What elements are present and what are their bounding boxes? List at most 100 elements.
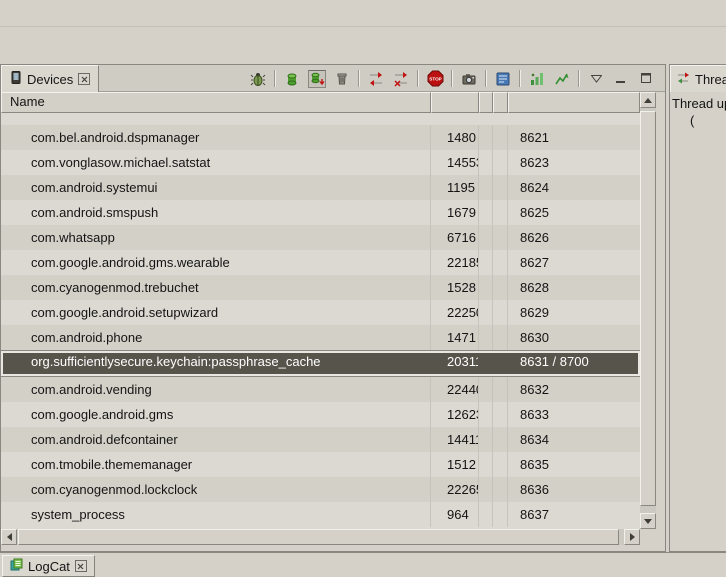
toolbar-separator <box>578 70 580 87</box>
process-debug-cell <box>493 250 508 275</box>
dump-hprof-icon[interactable] <box>308 70 326 88</box>
threads-icon <box>677 72 690 87</box>
menu-item[interactable] <box>24 10 44 16</box>
process-name: com.tmobile.thememanager <box>1 452 431 477</box>
process-debug-cell <box>479 477 493 502</box>
process-debug-cell <box>493 150 508 175</box>
process-row[interactable]: com.cyanogenmod.trebuchet 1528 8628 <box>1 275 640 300</box>
close-icon[interactable] <box>75 560 87 572</box>
process-debug-cell <box>479 351 493 376</box>
tab-logcat[interactable]: LogCat <box>2 555 95 577</box>
horizontal-scroll-thumb[interactable] <box>18 529 619 545</box>
process-row[interactable]: com.bel.android.dspmanager 1480 8621 <box>1 125 640 150</box>
ddms-window: Devices <box>0 0 726 577</box>
process-pid: 12623 <box>431 402 479 427</box>
process-row[interactable]: com.google.android.setupwizard 22250 862… <box>1 300 640 325</box>
process-name: com.android.phone <box>1 325 431 350</box>
devices-panel: Devices <box>0 64 666 552</box>
debug-process-icon[interactable] <box>249 70 267 88</box>
process-pid: 964 <box>431 502 479 527</box>
process-row[interactable]: com.google.android.gms 12623 8633 <box>1 402 640 427</box>
process-debug-cell <box>493 200 508 225</box>
process-row[interactable]: com.whatsapp 6716 8626 <box>1 225 640 250</box>
scroll-right-button[interactable] <box>624 529 640 545</box>
vertical-scroll-thumb[interactable] <box>640 111 656 506</box>
view-menu-icon[interactable] <box>587 70 605 88</box>
sysinfo-graph-icon[interactable] <box>553 70 571 88</box>
tab-threads-label: Threads <box>695 72 726 87</box>
column-header-debug1[interactable] <box>479 92 493 113</box>
process-debug-cell <box>479 300 493 325</box>
cause-gc-icon[interactable] <box>333 70 351 88</box>
process-debug-cell <box>493 452 508 477</box>
threads-message-line2: ( <box>690 113 694 128</box>
process-row[interactable]: com.android.systemui 1195 8624 <box>1 175 640 200</box>
devices-toolbar: STOP <box>249 68 655 89</box>
process-debug-cell <box>479 200 493 225</box>
maximize-icon[interactable] <box>637 70 655 88</box>
stop-method-profiling-icon[interactable] <box>392 70 410 88</box>
screen-capture-icon[interactable] <box>460 70 478 88</box>
tab-threads[interactable]: Threads <box>670 65 726 92</box>
scroll-up-button[interactable] <box>640 92 656 108</box>
process-name: com.vonglasow.michael.satstat <box>1 150 431 175</box>
column-header-port[interactable] <box>508 92 640 113</box>
process-row[interactable]: org.sufficientlysecure.keychain:passphra… <box>1 350 640 377</box>
bottom-view-bar: LogCat <box>0 552 726 577</box>
process-port: 8621 <box>508 125 640 150</box>
column-header-pid[interactable] <box>431 92 479 113</box>
process-pid: 1480 <box>431 125 479 150</box>
process-name: com.whatsapp <box>1 225 431 250</box>
vertical-scrollbar[interactable] <box>640 92 656 529</box>
menu-item[interactable] <box>44 10 64 16</box>
menu-item[interactable] <box>4 10 24 16</box>
process-pid: 1512 <box>431 452 479 477</box>
stop-process-icon[interactable]: STOP <box>426 70 444 88</box>
scroll-left-button[interactable] <box>1 529 17 545</box>
scroll-down-button[interactable] <box>640 513 656 529</box>
process-row[interactable]: com.android.vending 22440 8632 <box>1 377 640 402</box>
process-row[interactable]: system_process 964 8637 <box>1 502 640 527</box>
process-port: 8629 <box>508 300 640 325</box>
menu-bar <box>0 0 726 27</box>
process-pid: 1471 <box>431 325 479 350</box>
process-row[interactable]: com.tmobile.thememanager 1512 8635 <box>1 452 640 477</box>
scrollbar-corner <box>640 529 656 545</box>
threads-panel: Threads Thread up ( <box>669 64 726 552</box>
process-name: org.sufficientlysecure.keychain:passphra… <box>1 351 431 376</box>
process-port: 8633 <box>508 402 640 427</box>
toolbar-separator <box>274 70 276 87</box>
process-name: com.cyanogenmod.trebuchet <box>1 275 431 300</box>
close-icon[interactable] <box>78 73 90 85</box>
main-toolbar-strip <box>0 28 726 63</box>
tab-devices[interactable]: Devices <box>1 65 99 92</box>
process-debug-cell <box>479 150 493 175</box>
partial-row <box>1 113 640 125</box>
menu-item[interactable] <box>64 10 84 16</box>
process-debug-cell <box>493 325 508 350</box>
process-name: com.google.android.gms.wearable <box>1 250 431 275</box>
process-port: 8628 <box>508 275 640 300</box>
process-debug-cell <box>493 300 508 325</box>
tab-logcat-label: LogCat <box>28 559 70 574</box>
ui-automator-icon[interactable] <box>494 70 512 88</box>
column-header-name[interactable]: Name <box>1 92 431 113</box>
devices-tabbar: Devices <box>1 65 665 92</box>
sysinfo-bars-icon[interactable] <box>528 70 546 88</box>
threads-message-line1: Thread up <box>672 96 726 111</box>
update-heap-icon[interactable] <box>283 70 301 88</box>
process-row[interactable]: com.android.defcontainer 14411 8634 <box>1 427 640 452</box>
menu-item[interactable] <box>84 10 104 16</box>
process-row[interactable]: com.cyanogenmod.lockclock 22265 8636 <box>1 477 640 502</box>
process-row[interactable]: com.android.phone 1471 8630 <box>1 325 640 350</box>
process-pid: 22440 <box>431 377 479 402</box>
update-threads-icon[interactable] <box>367 70 385 88</box>
horizontal-scrollbar[interactable] <box>1 529 640 545</box>
process-row[interactable]: com.google.android.gms.wearable 22185 86… <box>1 250 640 275</box>
toolbar-separator <box>358 70 360 87</box>
minimize-icon[interactable] <box>612 70 630 88</box>
column-header-debug2[interactable] <box>493 92 508 113</box>
process-row[interactable]: com.vonglasow.michael.satstat 14553 8623 <box>1 150 640 175</box>
process-port: 8627 <box>508 250 640 275</box>
process-row[interactable]: com.android.smspush 1679 8625 <box>1 200 640 225</box>
